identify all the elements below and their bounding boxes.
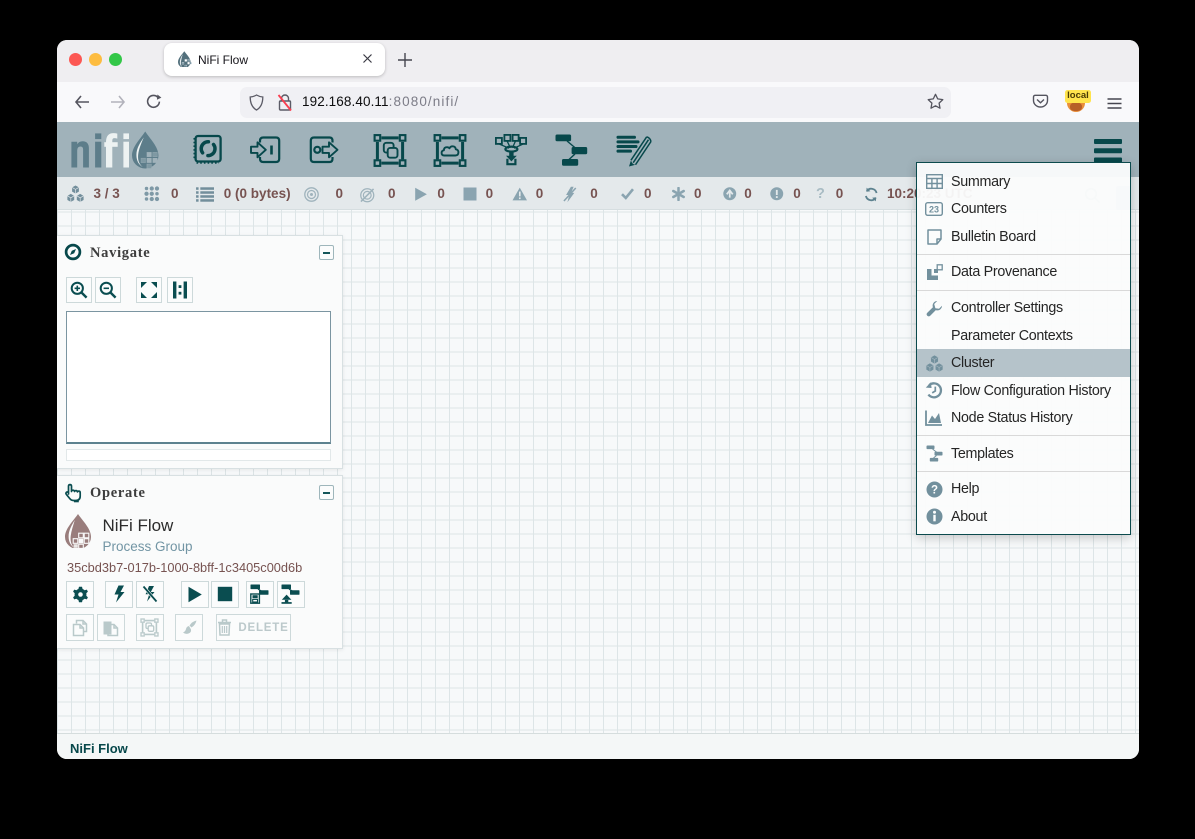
svg-text:23: 23 [929,205,939,215]
svg-text:?: ? [930,484,937,496]
